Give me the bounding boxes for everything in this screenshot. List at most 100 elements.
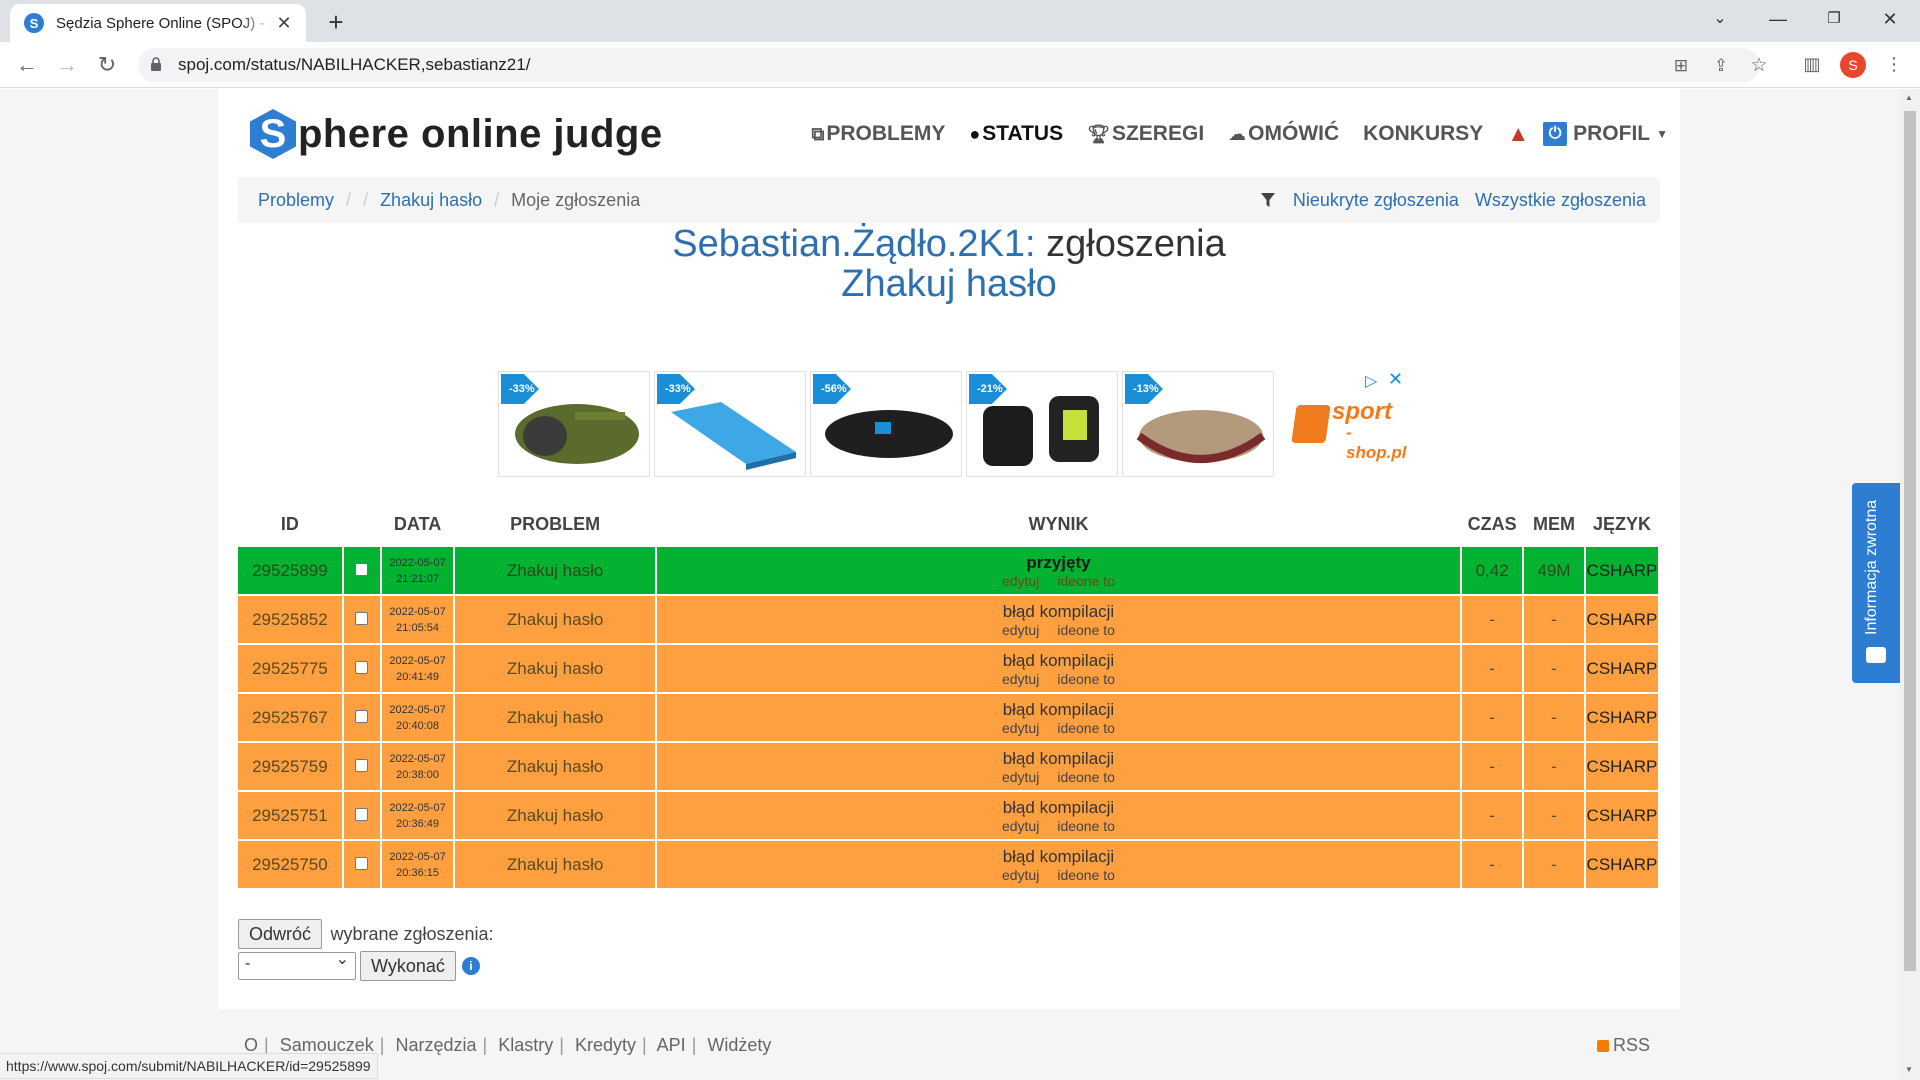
address-bar[interactable]: spoj.com/status/NABILHACKER,sebastianz21… [138,48,1768,82]
footer-link-credits[interactable]: Kredyty [575,1035,636,1055]
edit-link[interactable]: edytuj [1002,720,1039,736]
share-icon[interactable]: ⇪ [1710,55,1732,77]
result-status[interactable]: błąd kompilacji [657,651,1460,671]
ideone-link[interactable]: ideone to [1057,818,1115,834]
ideone-link[interactable]: ideone to [1057,720,1115,736]
edit-link[interactable]: edytuj [1002,622,1039,638]
problem-link[interactable]: Zhakuj hasło [455,743,655,790]
page-scrollbar[interactable]: ▲ ▼ [1900,89,1920,1080]
edit-link[interactable]: edytuj [1002,867,1039,883]
row-checkbox[interactable] [355,709,369,723]
close-tab-icon[interactable]: ✕ [272,13,296,34]
browser-tab[interactable]: S Sędzia Sphere Online (SPOJ) - Status ✕ [10,4,306,42]
execute-button[interactable]: Wykonać [360,951,456,981]
header-id[interactable]: ID [238,503,342,545]
ideone-link[interactable]: ideone to [1057,867,1115,883]
edit-link[interactable]: edytuj [1002,573,1039,589]
bookmark-star-icon[interactable]: ☆ [1748,55,1770,77]
scroll-up-icon[interactable]: ▲ [1905,93,1915,102]
minimize-button[interactable]: — [1750,0,1806,40]
ideone-link[interactable]: ideone to [1057,573,1115,589]
problem-link[interactable]: Zhakuj hasło [455,792,655,839]
unhidden-submissions-link[interactable]: Nieukryte zgłoszenia [1293,190,1459,211]
ad-item[interactable]: -21% [966,371,1118,477]
submission-id-link[interactable]: 29525852 [238,596,342,643]
title-user-link[interactable]: Sebastian.Żądło.2K1: [672,223,1035,265]
nav-contests[interactable]: KONKURSY [1363,122,1483,146]
ad-item[interactable]: -13% [1122,371,1274,477]
nav-ranks[interactable]: 🏆︎ SZEREGI [1087,122,1204,146]
problem-link[interactable]: Zhakuj hasło [455,547,655,594]
rss-link[interactable]: RSS [1596,1035,1650,1056]
ideone-link[interactable]: ideone to [1057,769,1115,785]
edit-link[interactable]: edytuj [1002,818,1039,834]
ad-item[interactable]: -56% [810,371,962,477]
sport-shop-logo[interactable]: sport -shop.pl [1291,400,1406,462]
problem-link[interactable]: Zhakuj hasło [455,694,655,741]
result-status[interactable]: przyjęty [657,553,1460,573]
nav-problems[interactable]: ⧉ PROBLEMY [811,122,945,146]
forward-icon[interactable]: → [51,50,83,82]
ad-banner[interactable]: -33% -33% -56% -21% -13% sport -shop.pl [498,371,1406,479]
row-checkbox[interactable] [355,807,369,821]
close-window-button[interactable]: ✕ [1862,0,1918,40]
header-date[interactable]: DATA [382,503,454,545]
footer-link-clusters[interactable]: Klastry [498,1035,553,1055]
title-problem-link[interactable]: Zhakuj hasło [841,263,1056,305]
nav-status[interactable]: ● STATUS [969,122,1063,146]
problem-link[interactable]: Zhakuj hasło [455,596,655,643]
submission-id-link[interactable]: 29525759 [238,743,342,790]
menu-icon[interactable]: ⋮ [1882,54,1906,75]
edit-link[interactable]: edytuj [1002,671,1039,687]
ad-item[interactable]: -33% [654,371,806,477]
scroll-down-icon[interactable]: ▼ [1905,1065,1915,1074]
back-icon[interactable]: ← [11,50,43,82]
footer-link-tutorial[interactable]: Samouczek [280,1035,374,1055]
site-logo[interactable]: S phere online judge [250,109,663,159]
ideone-link[interactable]: ideone to [1057,622,1115,638]
result-status[interactable]: błąd kompilacji [657,749,1460,769]
result-status[interactable]: błąd kompilacji [657,602,1460,622]
result-status[interactable]: błąd kompilacji [657,847,1460,867]
footer-link-widgets[interactable]: Widżety [707,1035,771,1055]
header-time[interactable]: CZAS [1462,503,1522,545]
reload-icon[interactable]: ↻ [91,50,123,82]
submission-id-link[interactable]: 29525775 [238,645,342,692]
breadcrumb-problems[interactable]: Problemy [258,190,334,211]
invert-selection-button[interactable]: Odwróć [238,919,323,949]
header-result[interactable]: WYNIK [657,503,1460,545]
header-problem[interactable]: PROBLEM [455,503,654,545]
footer-link-api[interactable]: API [657,1035,686,1055]
footer-link-tools[interactable]: Narzędzia [395,1035,476,1055]
row-checkbox[interactable] [355,611,369,625]
adchoices-icon[interactable]: ▷ [1365,371,1377,391]
submission-id-link[interactable]: 29525751 [238,792,342,839]
feedback-tab[interactable]: Informacja zwrotna [1852,483,1900,683]
header-mem[interactable]: MEM [1524,503,1584,545]
scroll-thumb[interactable] [1904,111,1916,971]
ideone-link[interactable]: ideone to [1057,671,1115,687]
problem-link[interactable]: Zhakuj hasło [455,645,655,692]
result-status[interactable]: błąd kompilacji [657,798,1460,818]
row-checkbox[interactable] [355,562,369,576]
result-status[interactable]: błąd kompilacji [657,700,1460,720]
row-checkbox[interactable] [355,856,369,870]
all-submissions-link[interactable]: Wszystkie zgłoszenia [1475,190,1646,211]
nav-profile[interactable]: ⏻ PROFIL ▼ [1543,122,1668,146]
profile-avatar[interactable]: S [1840,52,1866,78]
translate-icon[interactable]: ⊞ [1670,55,1692,77]
footer-link-about[interactable]: O [244,1035,258,1055]
restore-button[interactable]: ❐ [1806,0,1862,40]
side-panel-icon[interactable]: ▥ [1800,54,1824,75]
nav-discuss[interactable]: ☁ OMÓWIĆ [1228,122,1339,146]
ad-close-icon[interactable]: ✕ [1388,369,1403,390]
row-checkbox[interactable] [355,758,369,772]
submission-id-link[interactable]: 29525750 [238,841,342,888]
ad-item[interactable]: -33% [498,371,650,477]
edit-link[interactable]: edytuj [1002,769,1039,785]
submission-id-link[interactable]: 29525767 [238,694,342,741]
tab-search-icon[interactable]: ⌄ [1692,0,1748,40]
breadcrumb-problem[interactable]: Zhakuj hasło [380,190,482,211]
info-icon[interactable]: i [461,957,480,975]
new-tab-button[interactable]: + [318,7,354,39]
